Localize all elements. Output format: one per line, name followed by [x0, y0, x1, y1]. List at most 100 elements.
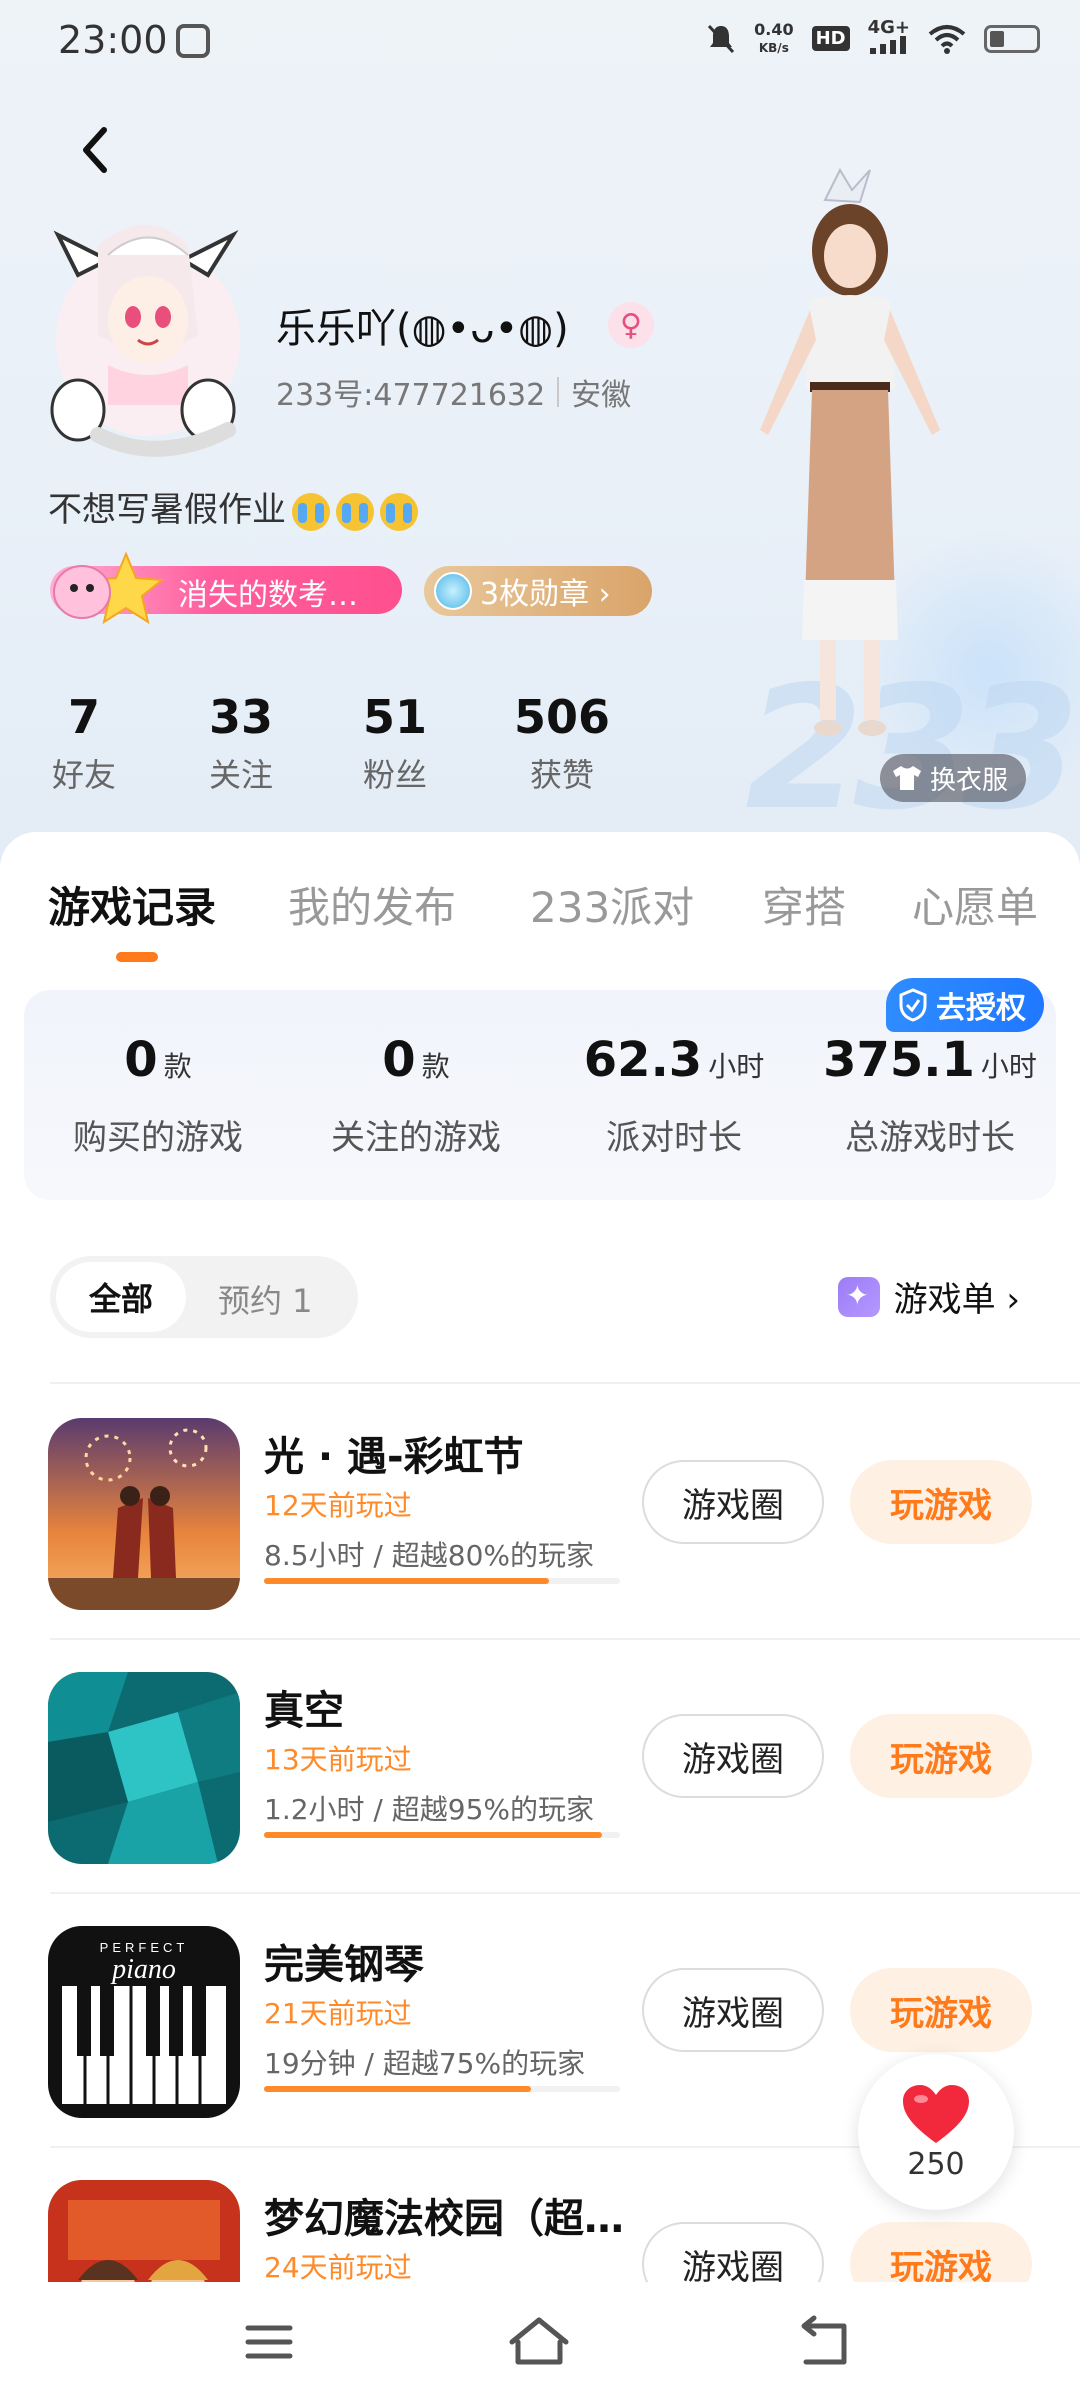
percentile-bar [264, 1832, 620, 1838]
nickname: 乐乐吖(◍•ᴗ•◍) [276, 306, 569, 352]
game-row[interactable]: 真空 13天前玩过 1.2小时 / 超越95%的玩家 游戏圈 玩游戏 [0, 1638, 1080, 1892]
crying-emoji-icon [336, 492, 374, 531]
play-game-button[interactable]: 玩游戏 [850, 2222, 1032, 2286]
active-tab-indicator [116, 952, 158, 962]
game-last-played: 24天前玩过 [264, 2251, 412, 2284]
avatar-character[interactable] [720, 160, 980, 770]
percentile-fill [264, 1832, 603, 1838]
authorize-label: 去授权 [936, 991, 1026, 1026]
status-icons: 0.40 KB/s HD 4G+ [706, 17, 1040, 57]
user-id-row: 233号:477721632 安徽 [276, 370, 631, 414]
stat-likes[interactable]: 506 获赞 [508, 690, 616, 796]
summary-value: 0 [382, 1032, 416, 1088]
game-circle-button[interactable]: 游戏圈 [642, 1460, 824, 1544]
medal-button[interactable]: 3枚勋章 › [424, 566, 652, 616]
filter-all[interactable]: 全部 [56, 1262, 186, 1332]
game-circle-button[interactable]: 游戏圈 [642, 1968, 824, 2052]
summary-unit: 小时 [708, 1050, 765, 1083]
tab-outfits[interactable]: 穿搭 [762, 874, 846, 935]
home-icon[interactable] [504, 2312, 574, 2372]
play-game-button[interactable]: 玩游戏 [850, 1968, 1032, 2052]
game-list-link[interactable]: 游戏单 › [837, 1272, 1020, 1321]
play-game-button[interactable]: 玩游戏 [850, 1460, 1032, 1544]
profile-tabs: 游戏记录 我的发布 233派对 穿搭 心愿单 [0, 874, 1080, 944]
star-character-icon [53, 551, 165, 625]
summary-followed[interactable]: 0款 关注的游戏 [296, 1032, 536, 1159]
stat-friends[interactable]: 7 好友 [44, 690, 124, 796]
medal-icon [434, 572, 472, 610]
stat-followers[interactable]: 51 粉丝 [350, 690, 440, 796]
summary-unit: 小时 [980, 1050, 1037, 1083]
sparkle-icon [837, 1276, 880, 1317]
game-circle-button[interactable]: 游戏圈 [642, 2222, 824, 2286]
signal-bars-icon [869, 36, 906, 54]
summary-purchased[interactable]: 0款 购买的游戏 [38, 1032, 278, 1159]
stat-label: 关注 [208, 756, 273, 794]
game-circle-button[interactable]: 游戏圈 [642, 1714, 824, 1798]
net-speed: 0.40 KB/s [754, 19, 794, 57]
female-gender-icon: ♀ [608, 302, 654, 348]
percentile-fill [264, 1578, 549, 1584]
crying-emoji-icon [292, 492, 330, 531]
tab-233-party[interactable]: 233派对 [530, 874, 694, 935]
stat-label: 好友 [51, 756, 116, 794]
stat-value: 506 [513, 690, 611, 744]
like-button[interactable]: 250 [858, 2054, 1014, 2210]
vacuum-game-icon [48, 1672, 240, 1864]
game-play-time: 8.5小时 / 超越80%的玩家 [264, 1539, 594, 1572]
tab-wishlist[interactable]: 心愿单 [912, 874, 1038, 935]
percentile-fill [264, 2086, 531, 2092]
play-game-button[interactable]: 玩游戏 [850, 1714, 1032, 1798]
summary-unit: 款 [163, 1050, 192, 1083]
summary-value: 0 [124, 1032, 158, 1088]
menu-icon[interactable] [234, 2312, 304, 2372]
divider [557, 377, 560, 407]
stat-following[interactable]: 33 关注 [196, 690, 286, 796]
game-row[interactable]: 光 · 遇-彩虹节 12天前玩过 8.5小时 / 超越80%的玩家 游戏圈 玩游… [0, 1384, 1080, 1638]
percentile-bar [264, 1578, 620, 1584]
summary-total-time[interactable]: 375.1 小时 总游戏时长 [810, 1032, 1050, 1159]
filter-reserved[interactable]: 预约 1 [218, 1276, 313, 1322]
status-time: 23:00 [58, 18, 168, 62]
network-type: 4G+ [867, 17, 910, 38]
piano-logo-main: piano [110, 1954, 176, 1985]
change-outfit-button[interactable]: 换衣服 [880, 754, 1027, 802]
achievement-tag-label: 消失的数考… [178, 578, 358, 613]
summary-party-time[interactable]: 62.3 小时 派对时长 [554, 1032, 794, 1159]
stat-value: 7 [67, 690, 100, 744]
tab-game-records[interactable]: 游戏记录 [48, 874, 216, 935]
magic-school-game-icon [48, 2180, 240, 2286]
summary-label: 派对时长 [606, 1118, 742, 1158]
signal-icon: 4G+ [867, 17, 910, 57]
hd-icon: HD [811, 26, 850, 51]
percentile-bar [264, 2086, 620, 2092]
summary-label: 关注的游戏 [331, 1118, 501, 1158]
record-filter: 全部 预约 1 [50, 1256, 358, 1338]
game-name: 梦幻魔法校园（超… [264, 2196, 624, 2242]
game-last-played: 12天前玩过 [264, 1489, 412, 1522]
net-speed-value: 0.40 [754, 19, 794, 39]
summary-label: 购买的游戏 [73, 1118, 243, 1158]
game-play-time: 1.2小时 / 超越95%的玩家 [264, 1793, 594, 1826]
heart-icon [903, 2084, 969, 2143]
shirt-icon [893, 766, 921, 790]
stat-label: 获赞 [529, 756, 594, 794]
piano-logo-top: PERFECT [100, 1940, 189, 1955]
sky-game-icon [48, 1418, 240, 1610]
summary-value: 375.1 [823, 1032, 975, 1088]
user-id: 233号:477721632 [276, 378, 546, 413]
net-speed-unit: KB/s [758, 40, 789, 55]
tab-my-posts[interactable]: 我的发布 [288, 874, 456, 935]
authorize-button[interactable]: 去授权 [886, 978, 1044, 1032]
back-arrow-icon[interactable] [72, 118, 116, 182]
avatar[interactable] [38, 215, 248, 460]
location: 安徽 [571, 378, 632, 413]
bio-row: 不想写暑假作业 [48, 482, 418, 531]
medal-label: 3枚勋章 › [480, 577, 611, 612]
game-list-label: 游戏单 › [893, 1280, 1020, 1320]
battery-icon [984, 24, 1040, 53]
game-name: 真空 [264, 1688, 344, 1734]
back-nav-icon[interactable] [790, 2312, 860, 2372]
change-outfit-label: 换衣服 [930, 765, 1009, 796]
mute-icon [708, 24, 735, 53]
